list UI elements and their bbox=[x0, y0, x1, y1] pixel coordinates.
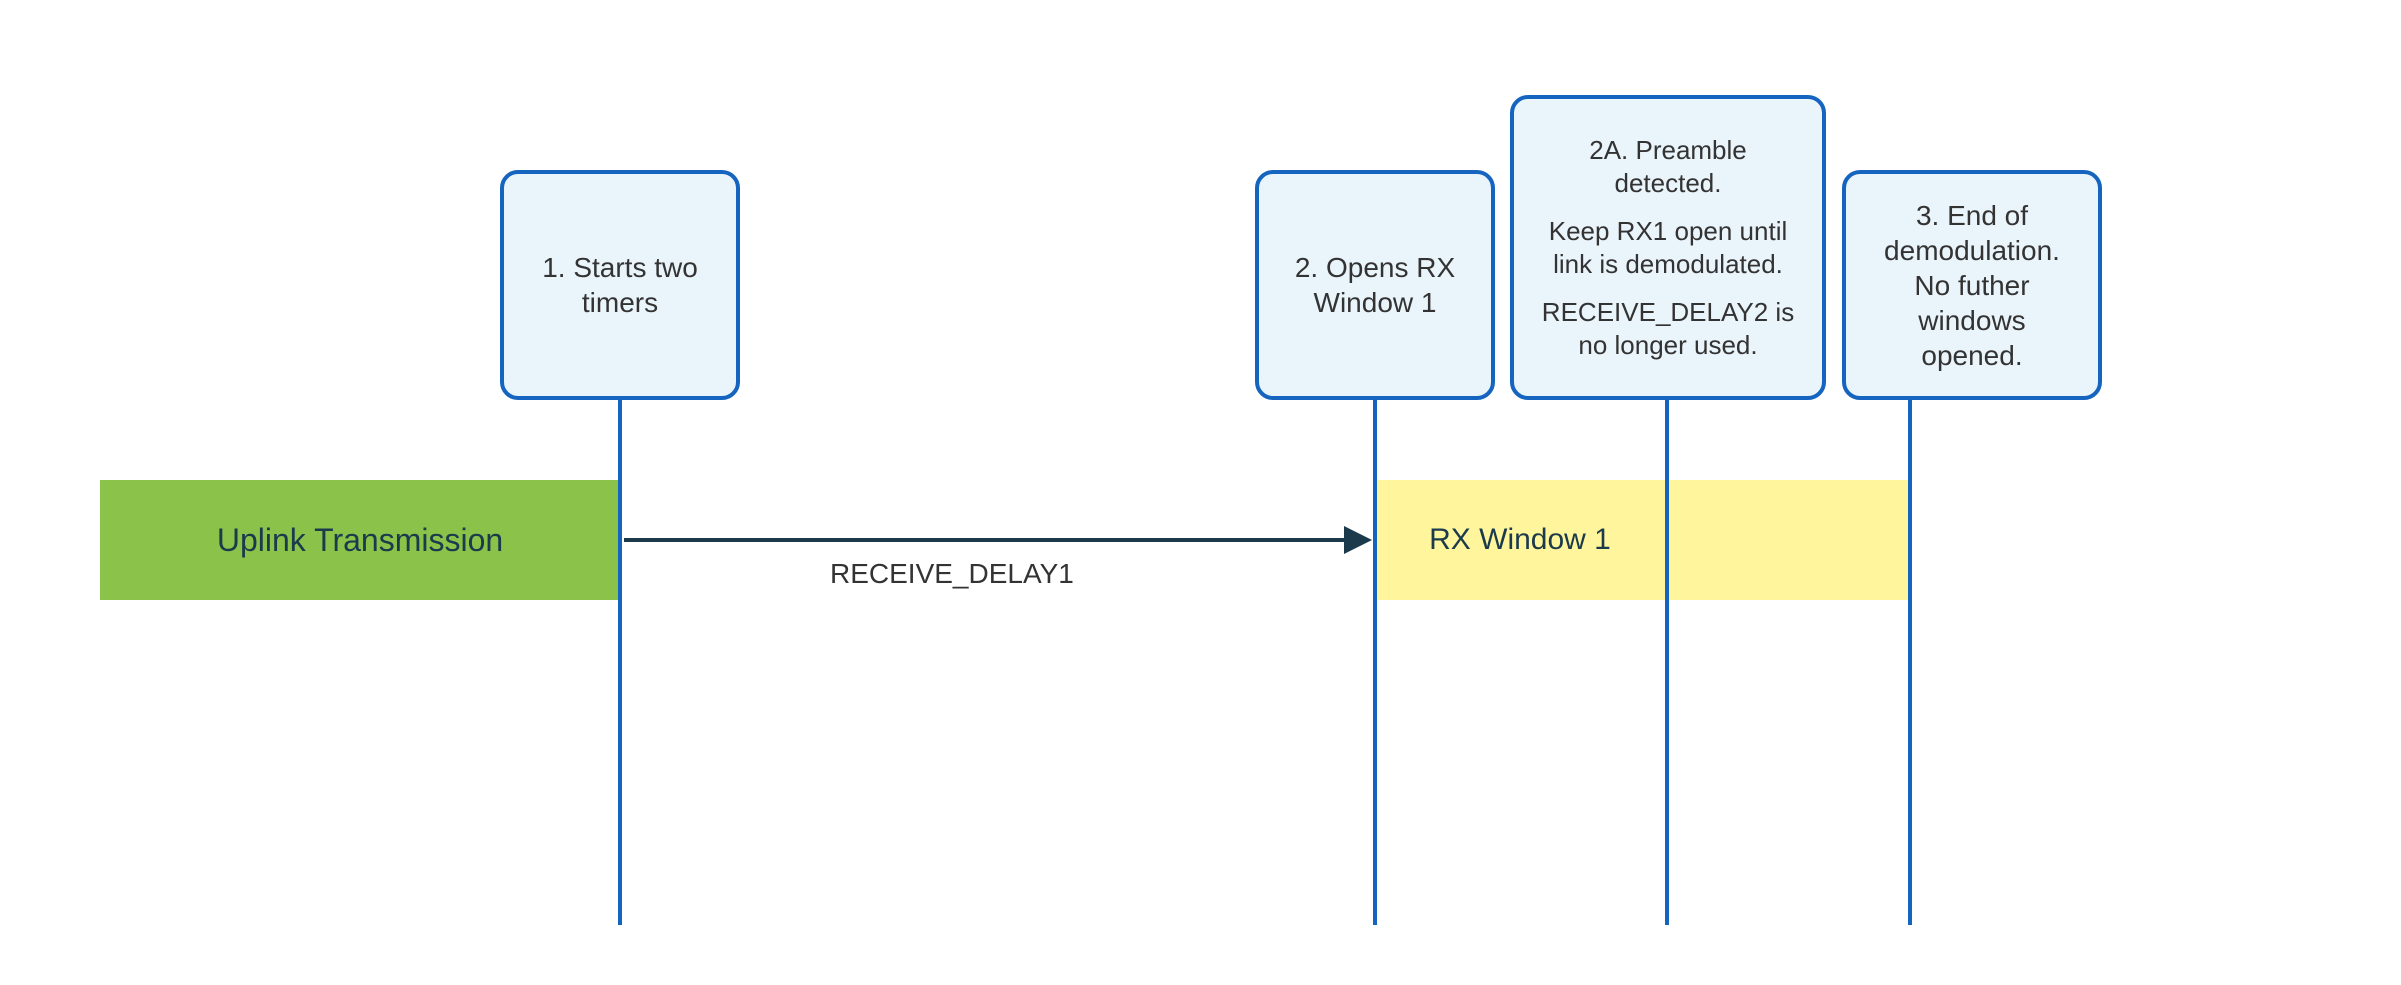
callout-2a-p2: Keep RX1 open until link is demodulated. bbox=[1534, 215, 1802, 280]
receive-delay1-label: RECEIVE_DELAY1 bbox=[830, 558, 1074, 590]
rx-window-label-wrap: RX Window 1 bbox=[1375, 480, 1665, 600]
callout-3-text: 3. End of demodulation. No futher window… bbox=[1866, 198, 2078, 373]
callout-2: 2. Opens RX Window 1 bbox=[1255, 170, 1495, 400]
vline-1 bbox=[618, 395, 622, 925]
callout-2a-p3: RECEIVE_DELAY2 is no longer used. bbox=[1534, 296, 1802, 361]
vline-2a bbox=[1665, 395, 1669, 925]
callout-1: 1. Starts two timers bbox=[500, 170, 740, 400]
diagram-stage: Uplink Transmission RX Window 1 RECEIVE_… bbox=[0, 0, 2401, 985]
uplink-transmission-box: Uplink Transmission bbox=[100, 480, 620, 600]
callout-2-text: 2. Opens RX Window 1 bbox=[1279, 250, 1471, 320]
callout-1-text: 1. Starts two timers bbox=[524, 250, 716, 320]
receive-delay1-arrow-line bbox=[624, 538, 1344, 542]
callout-2a-p1: 2A. Preamble detected. bbox=[1534, 134, 1802, 199]
callout-3: 3. End of demodulation. No futher window… bbox=[1842, 170, 2102, 400]
receive-delay1-arrow-head bbox=[1344, 526, 1372, 554]
uplink-transmission-label: Uplink Transmission bbox=[217, 522, 503, 559]
vline-3 bbox=[1908, 395, 1912, 925]
callout-2a: 2A. Preamble detected. Keep RX1 open unt… bbox=[1510, 95, 1826, 400]
vline-2 bbox=[1373, 395, 1377, 925]
rx-window-label: RX Window 1 bbox=[1429, 523, 1611, 557]
